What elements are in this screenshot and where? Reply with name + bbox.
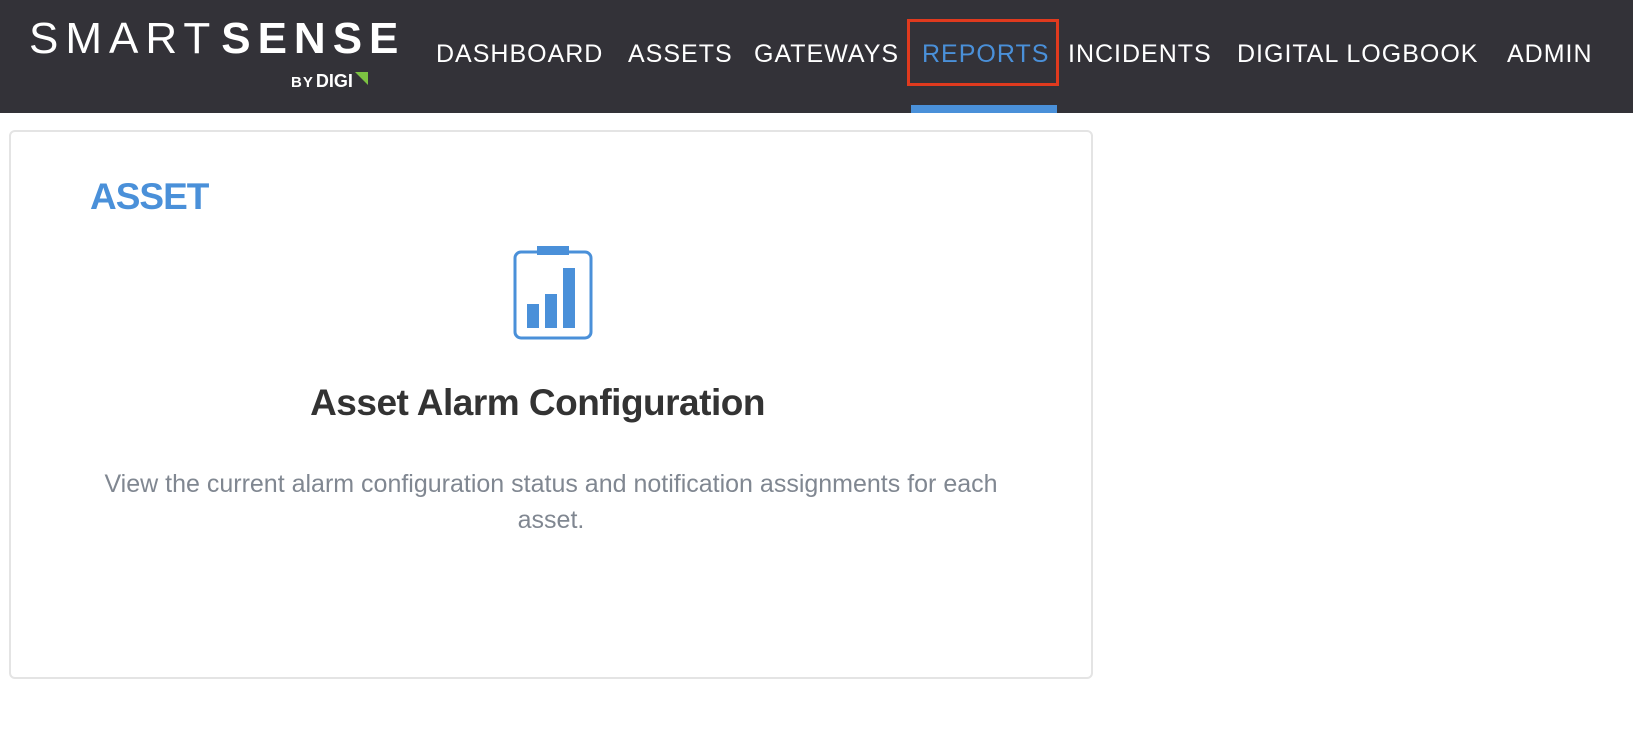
nav-assets[interactable]: ASSETS <box>628 36 733 72</box>
logo-by-digi: BY DIGI <box>291 69 368 95</box>
nav-gateways[interactable]: GATEWAYS <box>754 36 899 72</box>
nav-incidents[interactable]: INCIDENTS <box>1068 36 1212 72</box>
logo-by-text: BY <box>291 74 314 91</box>
nav-digital-logbook[interactable]: DIGITAL LOGBOOK <box>1237 36 1478 72</box>
nav-dashboard[interactable]: DASHBOARD <box>436 36 603 72</box>
report-category-label: ASSET <box>90 176 209 217</box>
nav-admin[interactable]: ADMIN <box>1507 36 1593 72</box>
logo-digi-text: DIGI <box>315 71 353 91</box>
report-card[interactable]: ASSET Asset Alarm Configuration View the… <box>9 130 1093 679</box>
logo-word-sense: SENSE <box>221 14 406 63</box>
logo-wordmark: SMARTSENSE <box>29 14 405 64</box>
smartsense-logo[interactable]: SMARTSENSE BY DIGI <box>29 14 398 95</box>
report-description: View the current alarm configuration sta… <box>104 470 998 534</box>
reports-highlight-box <box>907 19 1059 86</box>
active-tab-indicator <box>911 105 1057 113</box>
top-navigation-bar: SMARTSENSE BY DIGI DASHBOARD ASSETS GATEW… <box>0 0 1633 113</box>
logo-word-smart: SMART <box>29 14 218 63</box>
report-chart-icon <box>513 246 593 340</box>
report-title: Asset Alarm Configuration <box>310 382 765 423</box>
digi-mark-icon <box>354 72 368 85</box>
